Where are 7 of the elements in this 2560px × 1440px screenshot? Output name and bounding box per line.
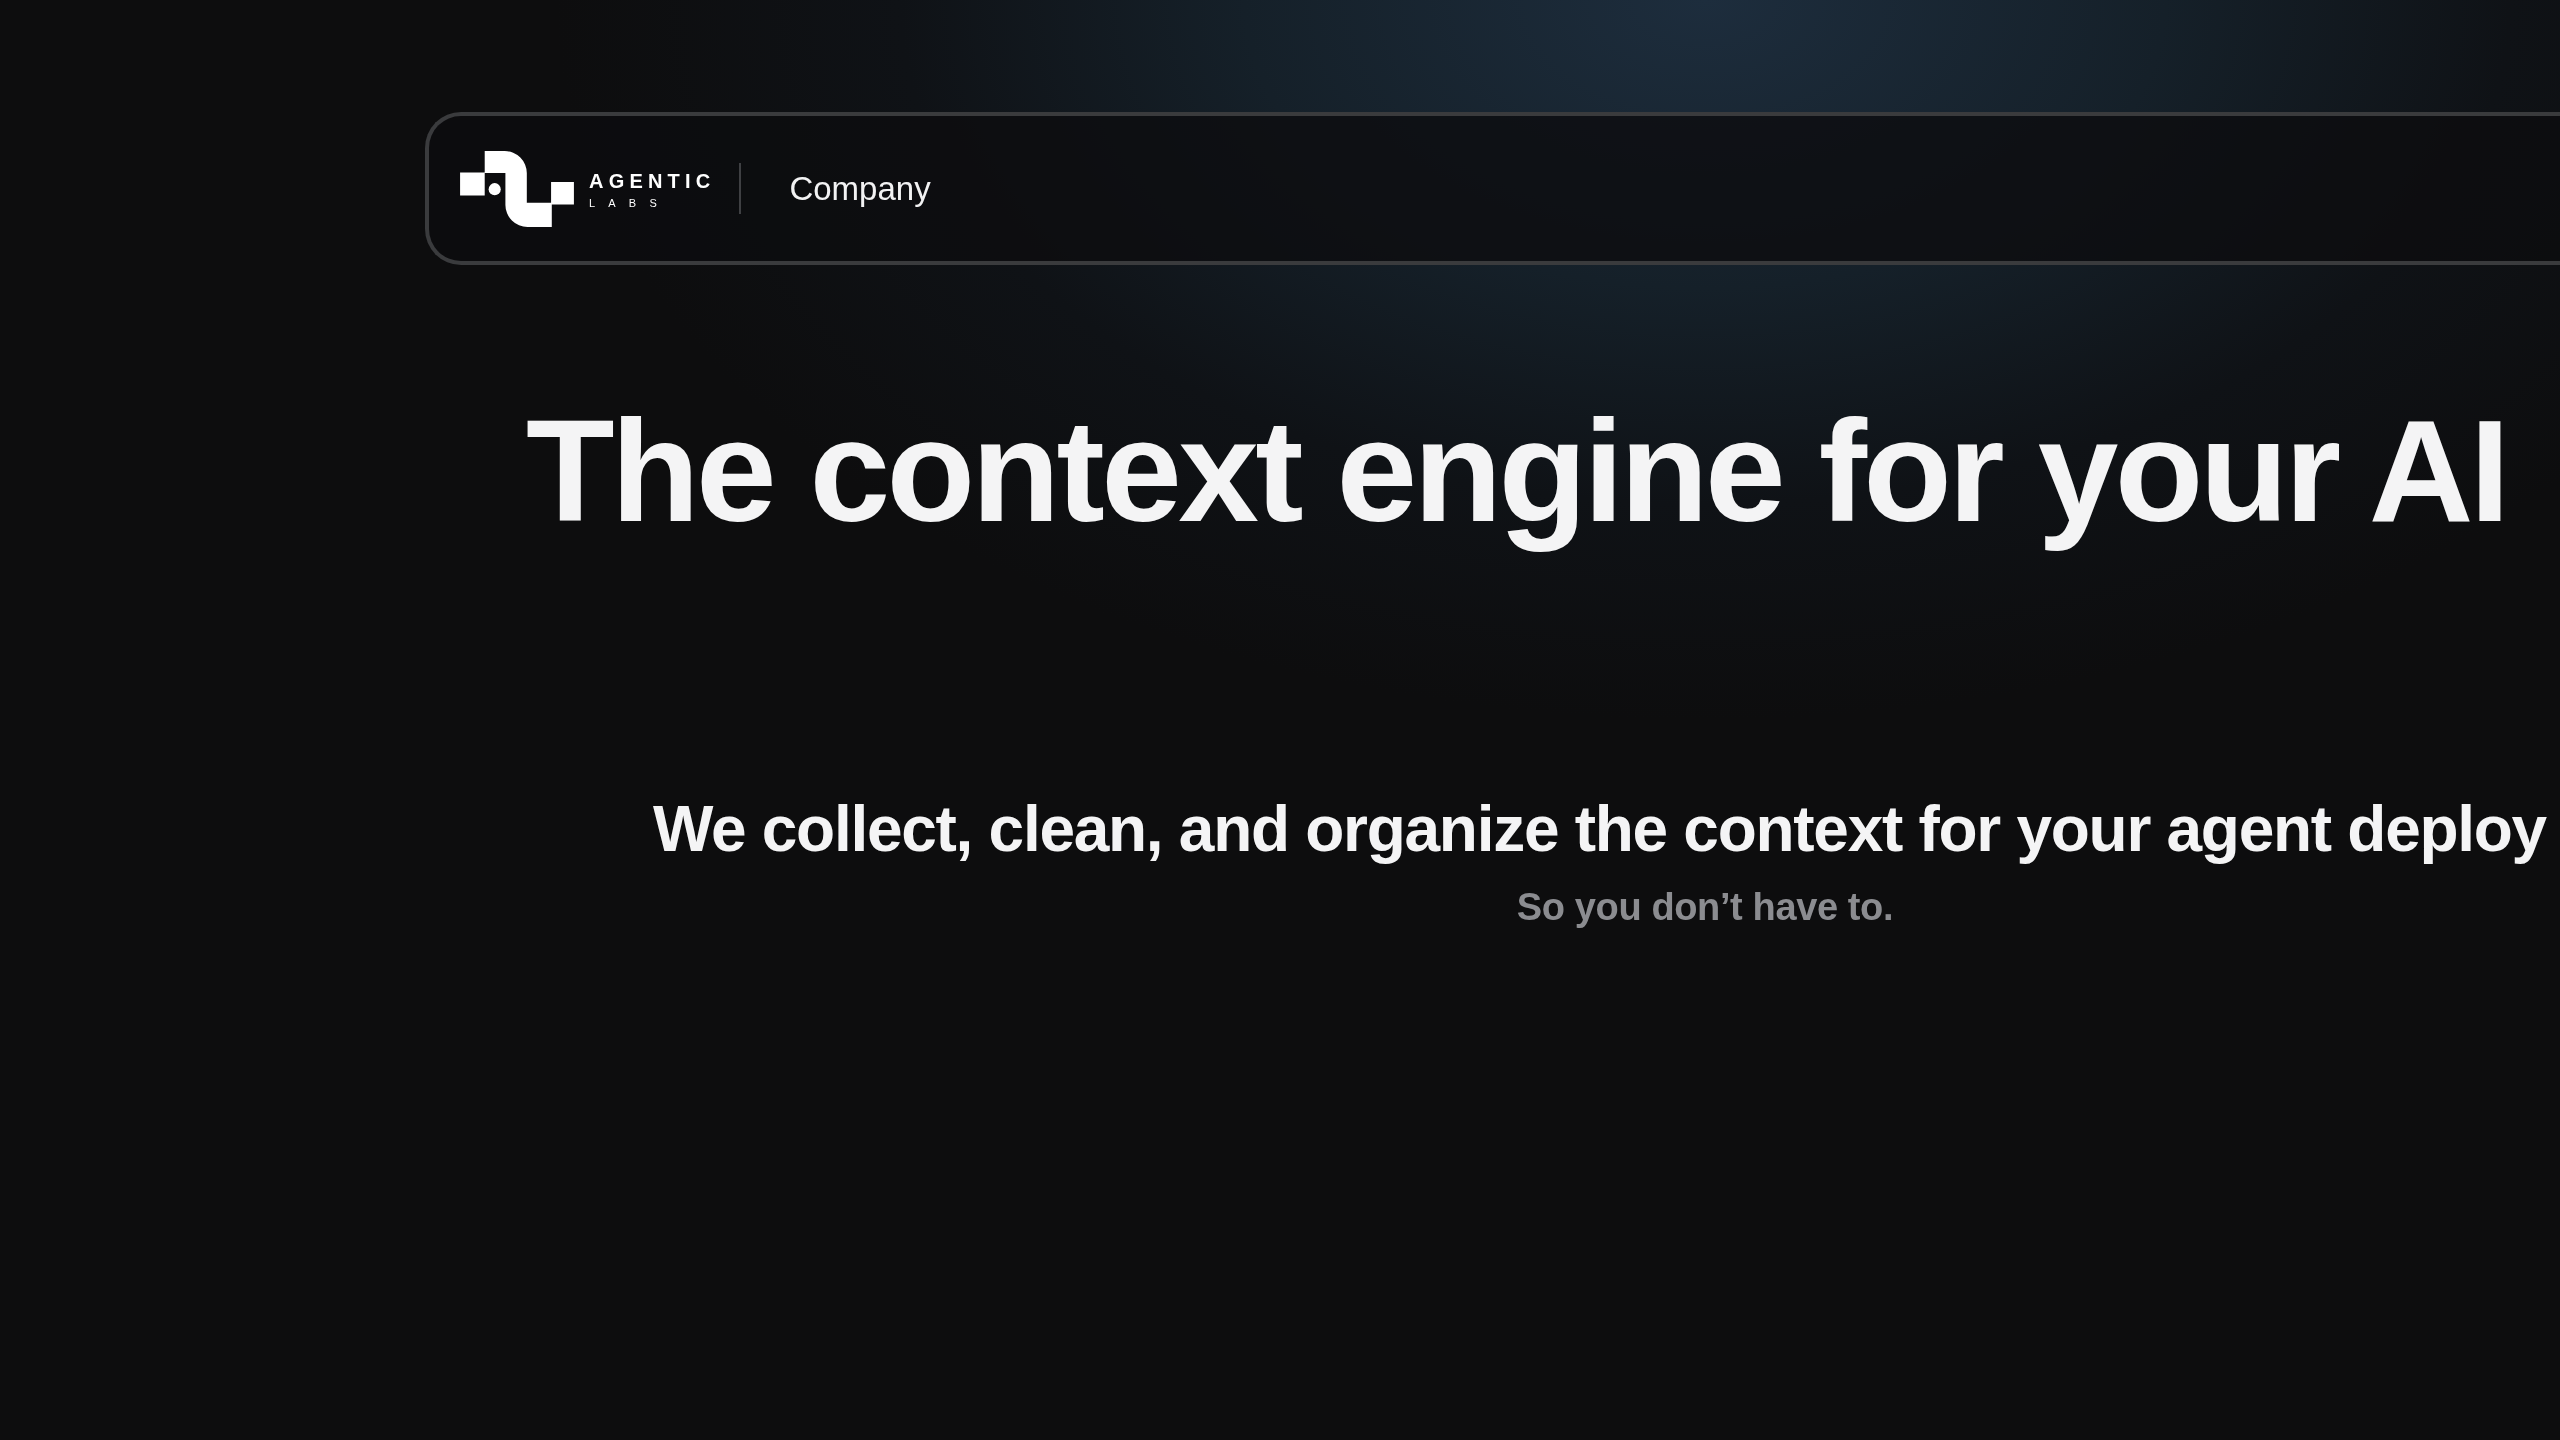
logo-icon	[460, 150, 574, 227]
brand-name: AGENTIC	[589, 170, 716, 191]
brand-tagline: LABS	[589, 197, 671, 209]
hero-subtitle: We collect, clean, and organize the context for your agent deploy	[653, 792, 2546, 867]
hero-note: So you don’t have to.	[1516, 886, 1894, 931]
hero-headline: The context engine for your AI	[526, 389, 2507, 554]
nav-link[interactable]: Company	[789, 169, 931, 208]
